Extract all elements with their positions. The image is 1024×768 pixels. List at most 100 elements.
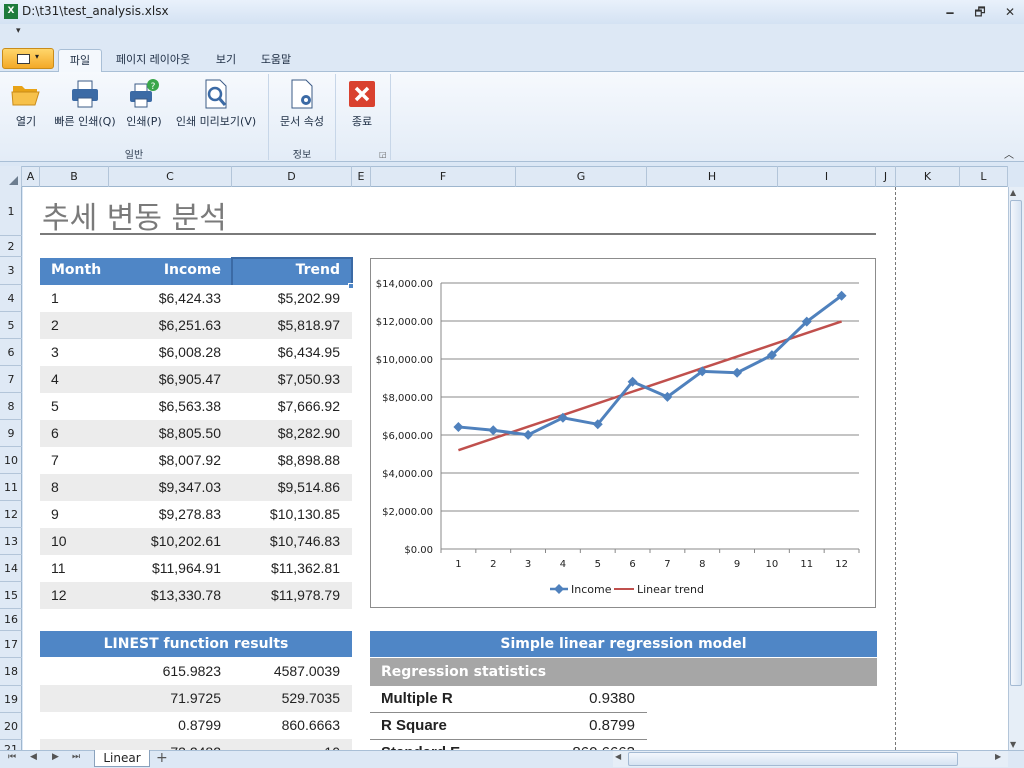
cell-income[interactable]: $11,964.91 [109,560,221,576]
regression-label[interactable]: R Square [381,717,447,734]
scroll-up-icon[interactable]: ▲ [1010,188,1016,197]
cell-trend[interactable]: $5,818.97 [232,317,340,333]
print-button[interactable]: ? 인쇄(P) [122,76,166,136]
column-header-e[interactable]: E [352,166,371,187]
vertical-scroll-thumb[interactable] [1010,200,1022,686]
quick-print-button[interactable]: 빠른 인쇄(Q) [50,76,120,136]
cell-income[interactable]: $9,347.03 [109,479,221,495]
column-header-d[interactable]: D [232,166,352,187]
minimize-button[interactable]: 🗕 [937,2,963,22]
cell-trend[interactable]: $10,746.83 [232,533,340,549]
cell-income[interactable]: $6,008.28 [109,344,221,360]
column-header-k[interactable]: K [896,166,960,187]
restore-button[interactable]: 🗗 [967,2,993,22]
row-header[interactable]: 18 [0,658,22,686]
column-header-b[interactable]: B [40,166,109,187]
row-header[interactable]: 8 [0,393,22,420]
scroll-down-icon[interactable]: ▼ [1010,740,1016,749]
next-sheet-icon[interactable]: ▶ [52,752,59,762]
row-header[interactable]: 13 [0,528,22,555]
row-header[interactable]: 17 [0,631,22,658]
cell-month[interactable]: 5 [51,398,59,414]
cell-month[interactable]: 1 [51,290,59,306]
last-sheet-icon[interactable]: ⏭ [72,752,80,762]
cell-trend[interactable]: $11,978.79 [232,587,340,603]
column-header-c[interactable]: C [109,166,232,187]
cell-month[interactable]: 8 [51,479,59,495]
cell-income[interactable]: $9,278.83 [109,506,221,522]
document-properties-button[interactable]: 문서 속성 [276,76,328,136]
regression-value[interactable]: 0.8799 [520,717,635,734]
column-header-h[interactable]: H [647,166,778,187]
cell-month[interactable]: 4 [51,371,59,387]
row-header[interactable]: 14 [0,555,22,582]
linest-value[interactable]: 529.7035 [232,690,340,706]
regression-label[interactable]: Multiple R [381,690,453,707]
linest-value[interactable]: 4587.0039 [232,663,340,679]
linest-value[interactable]: 615.9823 [109,663,221,679]
linest-value[interactable]: 860.6663 [232,717,340,733]
dialog-launcher-icon[interactable]: ◲ [379,150,387,159]
row-header[interactable]: 15 [0,582,22,609]
column-header-l[interactable]: L [960,166,1008,187]
cell-month[interactable]: 10 [51,533,67,549]
row-header[interactable]: 21 [0,740,22,750]
cell-trend[interactable]: $7,666.92 [232,398,340,414]
row-header[interactable]: 2 [0,236,22,257]
cell-month[interactable]: 11 [51,560,66,576]
collapse-ribbon-icon[interactable]: ︿ [1004,146,1014,161]
chart-area[interactable]: $0.00 $2,000.00 $4,000.00 $6,000.00 $8,000.0… [370,258,876,608]
cell-income[interactable]: $6,563.38 [109,398,221,414]
row-header[interactable]: 9 [0,420,22,447]
cell-month[interactable]: 6 [51,425,59,441]
cell-month[interactable]: 7 [51,452,59,468]
scroll-right-icon[interactable]: ▶ [995,752,1001,761]
cell-income[interactable]: $8,805.50 [109,425,221,441]
cell-month[interactable]: 2 [51,317,59,333]
column-header-a[interactable]: A [22,166,40,187]
office-menu-button[interactable]: ▾ [2,48,54,69]
horizontal-scroll-thumb[interactable] [628,752,958,766]
row-header[interactable]: 5 [0,312,22,339]
cell-income[interactable]: $6,424.33 [109,290,221,306]
row-header[interactable]: 3 [0,257,22,285]
cell-income[interactable]: $6,251.63 [109,317,221,333]
column-header-f[interactable]: F [371,166,516,187]
cell-income[interactable]: $8,007.92 [109,452,221,468]
cell-trend[interactable]: $11,362.81 [232,560,340,576]
row-header[interactable]: 19 [0,686,22,713]
column-header-g[interactable]: G [516,166,647,187]
prev-sheet-icon[interactable]: ◀ [30,752,37,762]
cell-trend[interactable]: $7,050.93 [232,371,340,387]
new-sheet-button[interactable]: + [156,750,168,766]
cell-trend[interactable]: $5,202.99 [232,290,340,306]
row-header[interactable]: 10 [0,447,22,474]
cell-trend[interactable]: $8,898.88 [232,452,340,468]
cell-trend[interactable]: $9,514.86 [232,479,340,495]
linest-value[interactable]: 71.9725 [109,690,221,706]
cell-income[interactable]: $6,905.47 [109,371,221,387]
row-header[interactable]: 4 [0,285,22,312]
row-header[interactable]: 16 [0,609,22,631]
tab-help[interactable]: 도움말 [250,49,302,72]
regression-value[interactable]: 0.9380 [520,690,635,707]
cell-income[interactable]: $13,330.78 [109,587,221,603]
tab-page-layout[interactable]: 페이지 레이아웃 [104,49,202,72]
linest-value[interactable]: 0.8799 [109,717,221,733]
close-button[interactable]: ✕ [997,2,1023,22]
exit-button[interactable]: 종료 [342,76,382,136]
first-sheet-icon[interactable]: ⏮ [8,752,16,762]
cell-income[interactable]: $10,202.61 [109,533,221,549]
cell-month[interactable]: 9 [51,506,59,522]
row-header[interactable]: 1 [0,187,22,236]
print-preview-button[interactable]: 인쇄 미리보기(V) [170,76,262,136]
column-header-j[interactable]: J [876,166,896,187]
row-header[interactable]: 6 [0,339,22,366]
header-income[interactable]: Income [109,262,221,278]
header-month[interactable]: Month [51,262,101,278]
row-header[interactable]: 12 [0,501,22,528]
column-header-i[interactable]: I [778,166,876,187]
row-header[interactable]: 11 [0,474,22,501]
open-button[interactable]: 열기 [4,76,48,136]
fill-handle[interactable] [348,283,354,289]
